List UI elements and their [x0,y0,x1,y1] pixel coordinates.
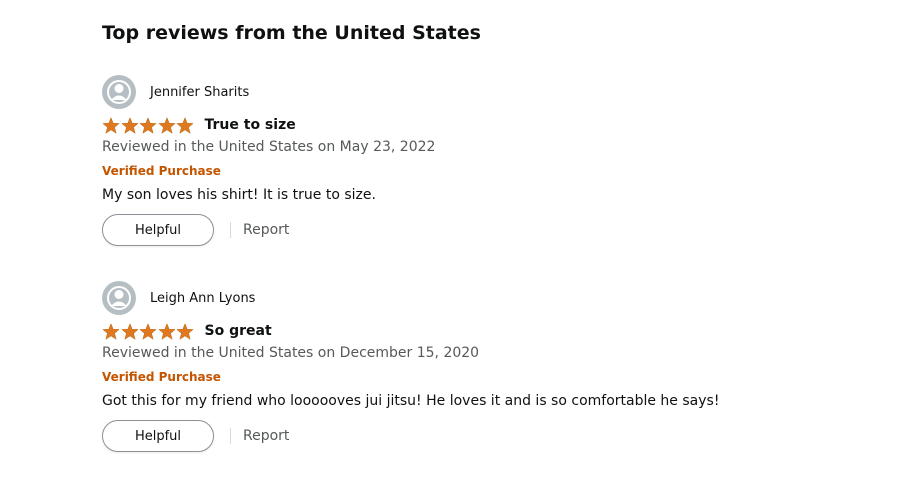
rating-row: So great [102,321,272,341]
review-title[interactable]: True to size [205,117,296,133]
star-icon [176,322,194,340]
report-link[interactable]: Report [243,428,289,444]
review-card: Leigh Ann Lyons So great Reviewed in the… [102,281,882,481]
action-divider [230,222,231,238]
star-icon [139,116,157,134]
star-icon [176,116,194,134]
helpful-button[interactable]: Helpful [102,214,214,246]
review-date: Reviewed in the United States on Decembe… [102,345,480,361]
rating-row: True to size [102,115,296,135]
review-actions: Helpful Report [102,213,289,247]
verified-purchase-badge: Verified Purchase [102,370,221,384]
report-link[interactable]: Report [243,222,289,238]
verified-purchase-badge: Verified Purchase [102,164,221,178]
review-card: Jennifer Sharits True to size Reviewed i… [102,75,882,275]
action-divider [230,428,231,444]
star-icon [157,322,176,340]
user-silhouette-icon [102,281,136,315]
reviewer-name[interactable]: Jennifer Sharits [150,85,249,100]
review-actions: Helpful Report [102,419,289,453]
review-date: Reviewed in the United States on May 23,… [102,139,436,155]
reviewer-name[interactable]: Leigh Ann Lyons [150,291,255,306]
review-body: My son loves his shirt! It is true to si… [102,187,376,203]
review-title[interactable]: So great [205,323,272,339]
star-rating[interactable] [102,322,195,340]
helpful-button[interactable]: Helpful [102,420,214,452]
star-icon [120,116,139,134]
reviewer-profile[interactable]: Jennifer Sharits [102,75,249,109]
reviewer-profile[interactable]: Leigh Ann Lyons [102,281,255,315]
user-silhouette-icon [102,75,136,109]
star-icon [102,116,120,134]
star-icon [139,322,157,340]
star-rating[interactable] [102,116,195,134]
star-icon [157,116,176,134]
star-icon [102,322,120,340]
star-icon [120,322,139,340]
review-body: Got this for my friend who loooooves jui… [102,393,720,409]
section-title: Top reviews from the United States [102,22,481,44]
